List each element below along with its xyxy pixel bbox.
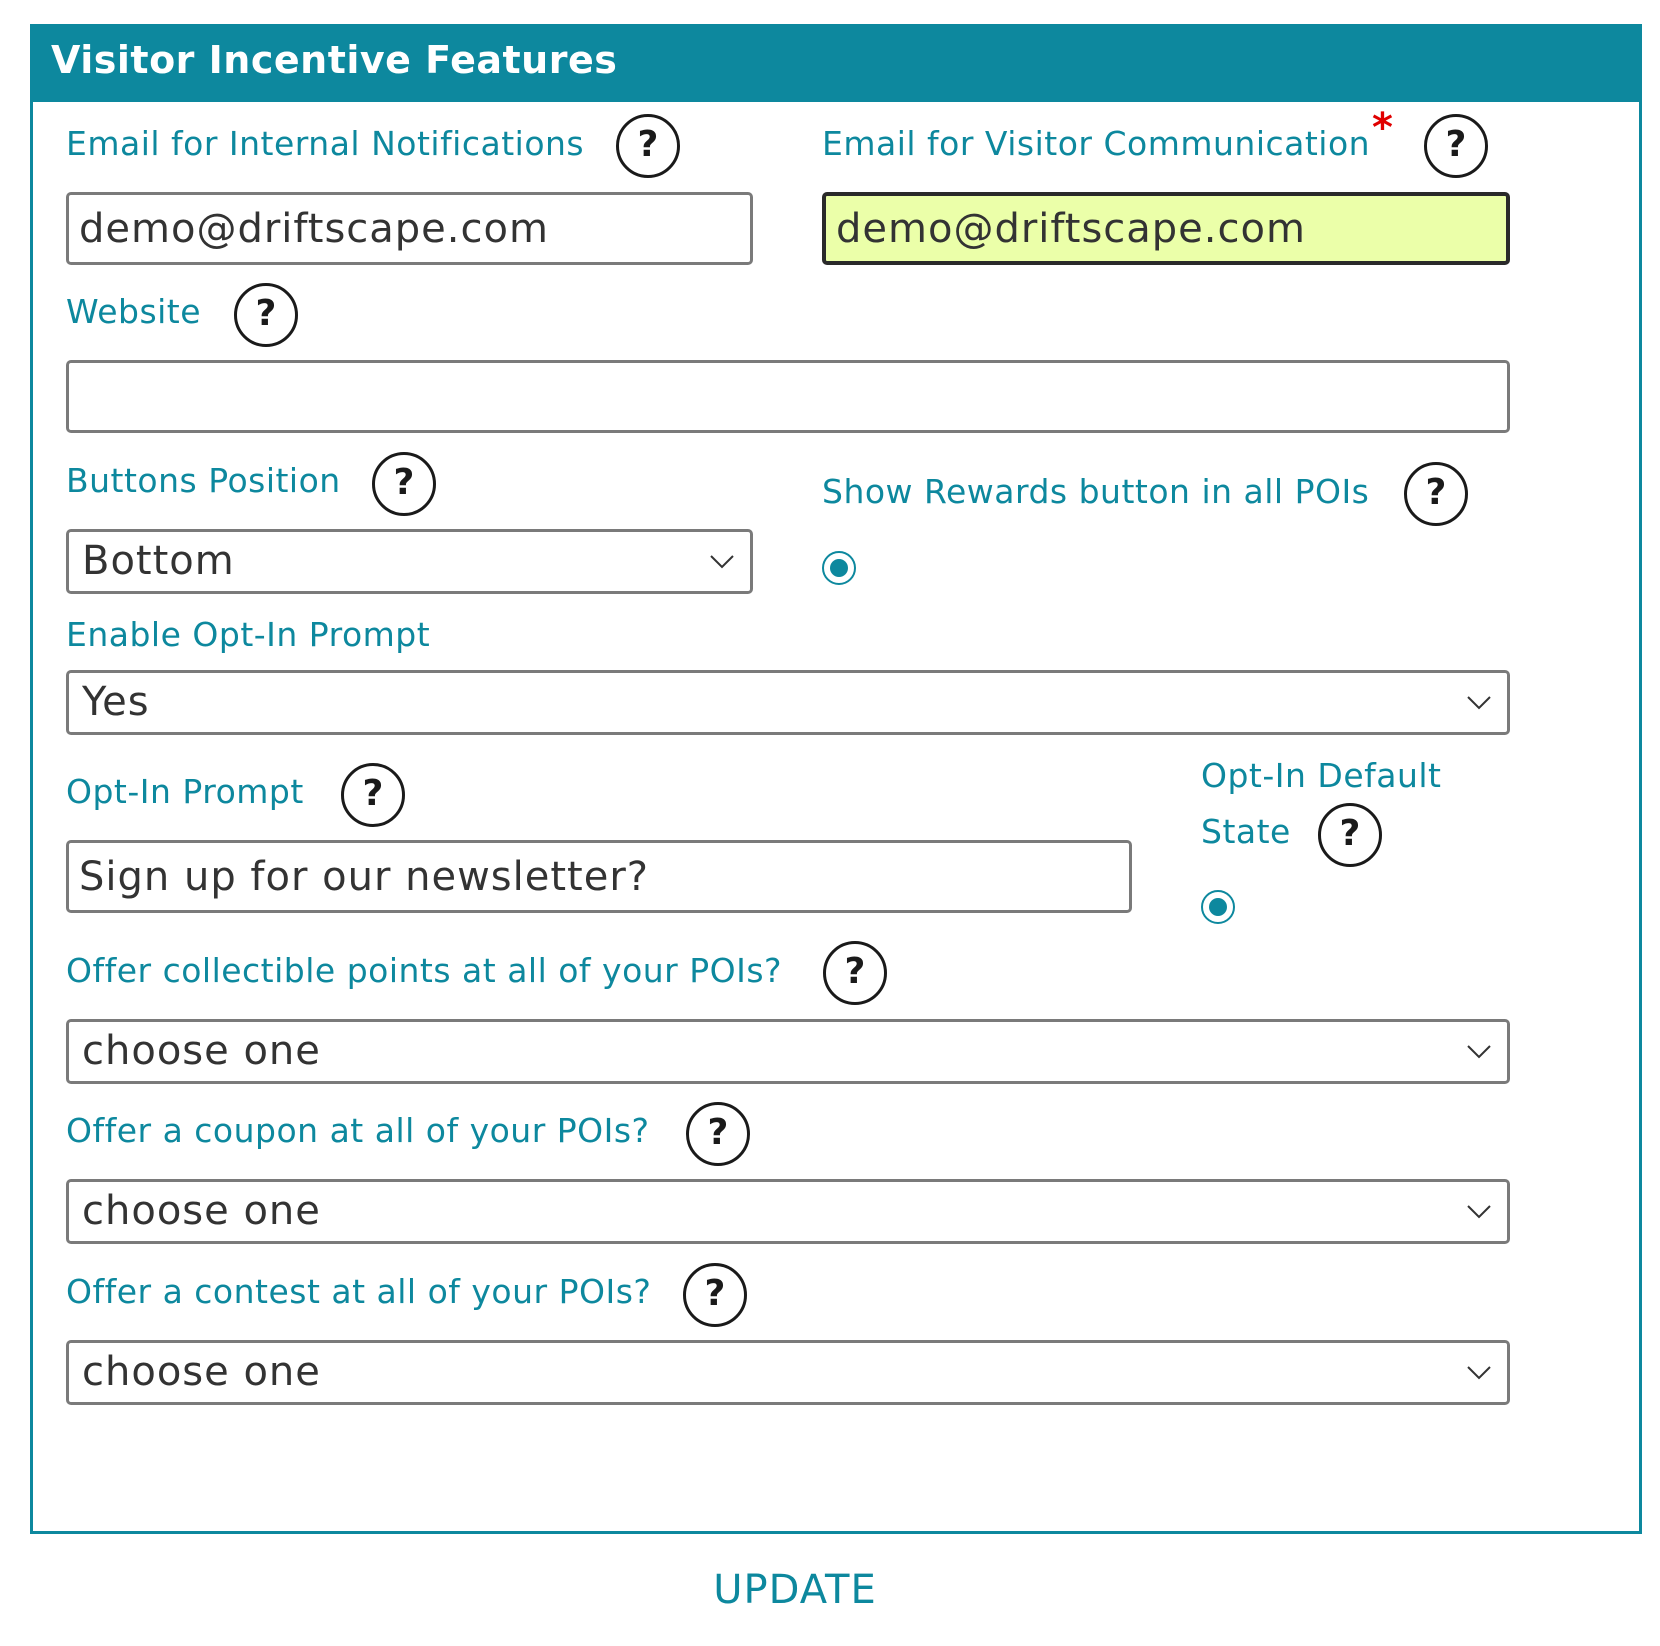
chevron-down-icon <box>1467 1366 1491 1380</box>
visitor-email-help-icon[interactable]: ? <box>1424 114 1488 178</box>
buttons-position-select[interactable]: Bottom <box>66 529 753 594</box>
visitor-email-field[interactable] <box>822 192 1510 265</box>
optin-default-help-icon[interactable]: ? <box>1318 803 1382 867</box>
optin-default-label: Opt-In Default <box>1201 756 1442 795</box>
optin-default-radio[interactable] <box>1201 890 1235 924</box>
show-rewards-label: Show Rewards button in all POIs <box>822 472 1370 511</box>
panel-header: Visitor Incentive Features <box>30 24 1642 102</box>
enable-optin-value: Yes <box>82 679 150 725</box>
internal-email-field[interactable] <box>66 192 753 265</box>
website-label: Website <box>66 292 202 331</box>
coupon-help-icon[interactable]: ? <box>686 1102 750 1166</box>
internal-email-label: Email for Internal Notifications <box>66 124 585 163</box>
buttons-position-value: Bottom <box>82 538 235 584</box>
visitor-email-label: Email for Visitor Communication <box>822 124 1371 163</box>
enable-optin-label: Enable Opt-In Prompt <box>66 615 431 654</box>
chevron-down-icon <box>1467 1205 1491 1219</box>
buttons-position-label: Buttons Position <box>66 461 341 500</box>
enable-optin-select[interactable]: Yes <box>66 670 1510 735</box>
optin-prompt-field[interactable] <box>66 840 1132 913</box>
optin-prompt-help-icon[interactable]: ? <box>341 763 405 827</box>
collectible-points-select[interactable]: choose one <box>66 1019 1510 1084</box>
collectible-points-help-icon[interactable]: ? <box>823 941 887 1005</box>
contest-select[interactable]: choose one <box>66 1340 1510 1405</box>
internal-email-help-icon[interactable]: ? <box>616 114 680 178</box>
optin-default-label-line2: State <box>1201 812 1291 851</box>
website-field[interactable] <box>66 360 1510 433</box>
chevron-down-icon <box>1467 1045 1491 1059</box>
contest-help-icon[interactable]: ? <box>683 1263 747 1327</box>
contest-value: choose one <box>82 1349 321 1395</box>
chevron-down-icon <box>710 555 734 569</box>
website-help-icon[interactable]: ? <box>234 283 298 347</box>
update-button[interactable]: UPDATE <box>700 1560 890 1620</box>
coupon-label: Offer a coupon at all of your POIs? <box>66 1111 650 1150</box>
required-marker: * <box>1372 105 1393 151</box>
collectible-points-value: choose one <box>82 1028 321 1074</box>
panel-title: Visitor Incentive Features <box>51 38 618 82</box>
optin-prompt-label: Opt-In Prompt <box>66 772 304 811</box>
contest-label: Offer a contest at all of your POIs? <box>66 1272 652 1311</box>
show-rewards-radio[interactable] <box>822 551 856 585</box>
buttons-position-help-icon[interactable]: ? <box>372 452 436 516</box>
collectible-points-label: Offer collectible points at all of your … <box>66 951 783 990</box>
coupon-select[interactable]: choose one <box>66 1179 1510 1244</box>
coupon-value: choose one <box>82 1188 321 1234</box>
show-rewards-help-icon[interactable]: ? <box>1404 462 1468 526</box>
chevron-down-icon <box>1467 696 1491 710</box>
